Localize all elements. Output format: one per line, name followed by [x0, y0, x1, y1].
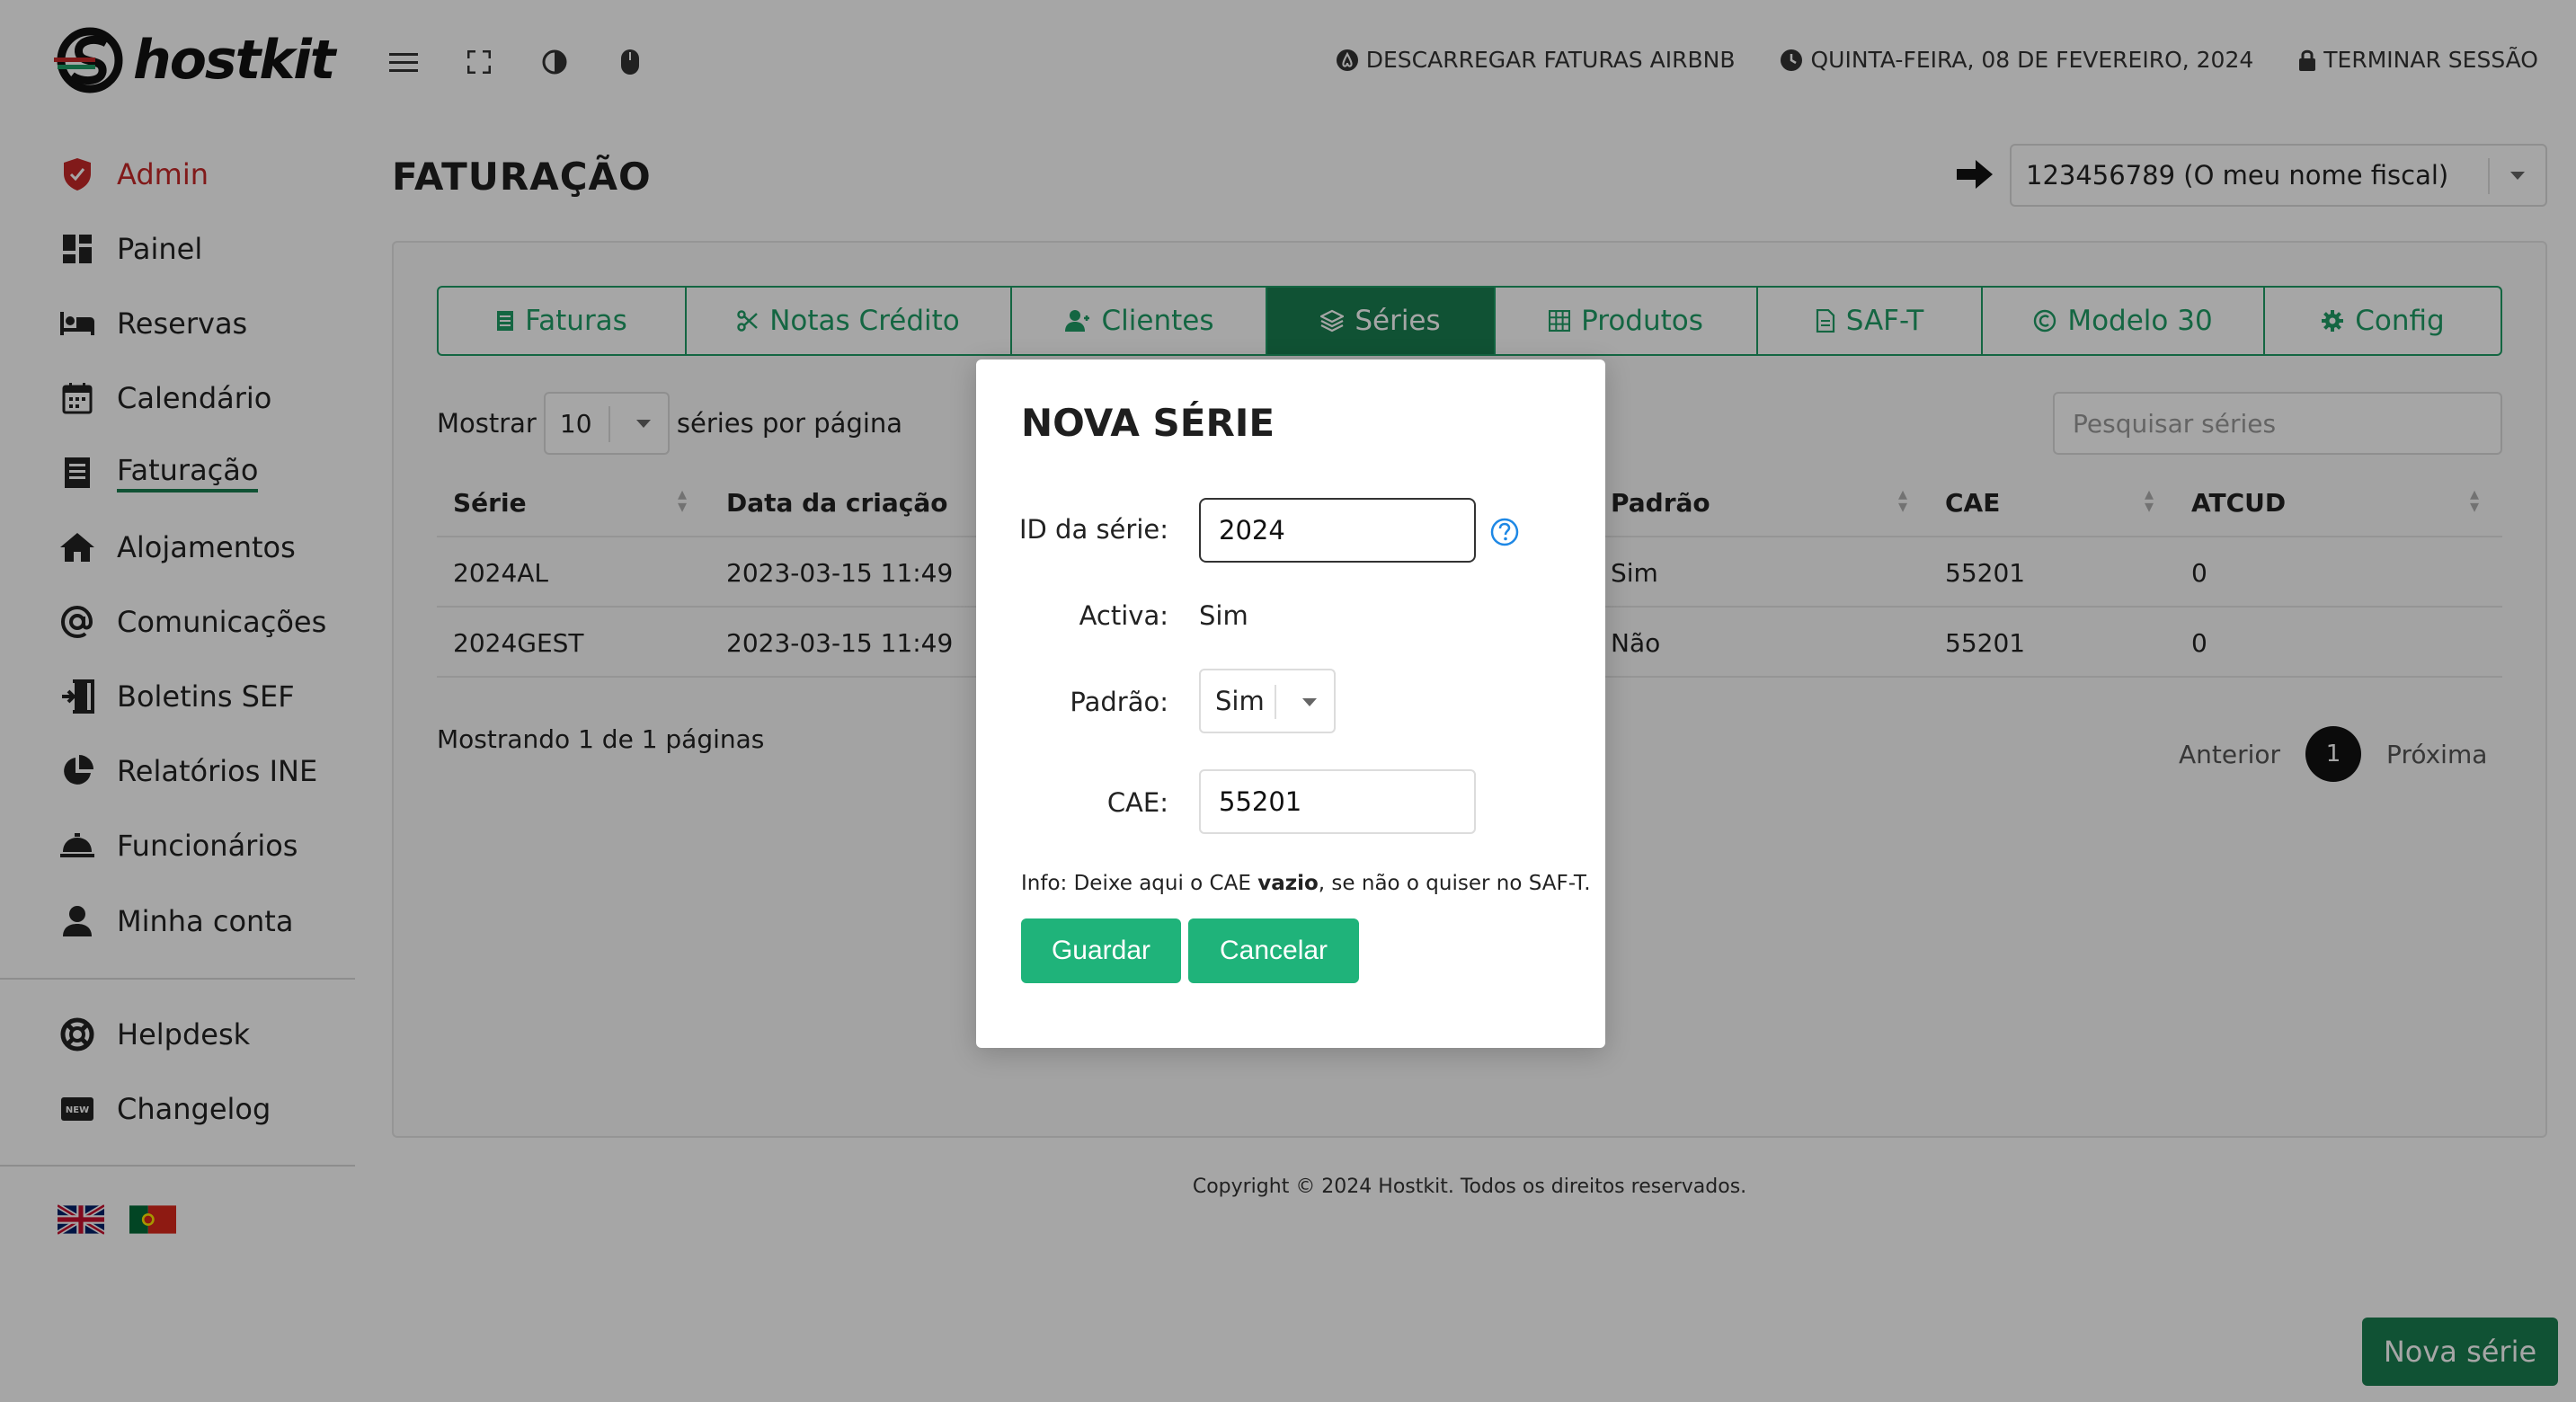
padrao-label: Padrão:	[1070, 687, 1168, 717]
help-icon[interactable]	[1490, 518, 1519, 546]
series-id-label: ID da série:	[1018, 514, 1168, 545]
info-bold: vazio	[1257, 872, 1319, 895]
cae-info-text: Info: Deixe aqui o CAE vazio, se não o q…	[1021, 872, 1591, 895]
activa-label: Activa:	[1079, 600, 1168, 631]
activa-value: Sim	[1199, 600, 1248, 631]
info-suffix: , se não o quiser no SAF-T.	[1318, 872, 1591, 895]
cae-input[interactable]	[1199, 769, 1476, 834]
new-series-modal: NOVA SÉRIE ID da série: Activa: Sim Padr…	[976, 359, 1605, 1048]
save-button[interactable]: Guardar	[1021, 918, 1181, 983]
padrao-select[interactable]: Sim	[1199, 669, 1336, 733]
cancel-button[interactable]: Cancelar	[1188, 918, 1359, 983]
chevron-down-icon	[1302, 698, 1317, 706]
cae-label: CAE:	[1106, 787, 1168, 818]
app-root: hostkit Admin Painel Reservas Calendário…	[0, 0, 2576, 1402]
series-id-input[interactable]	[1199, 498, 1476, 563]
padrao-value: Sim	[1215, 686, 1265, 716]
info-prefix: Info: Deixe aqui o CAE	[1021, 872, 1258, 895]
select-separator	[1275, 685, 1276, 719]
modal-title: NOVA SÉRIE	[1021, 401, 1275, 445]
